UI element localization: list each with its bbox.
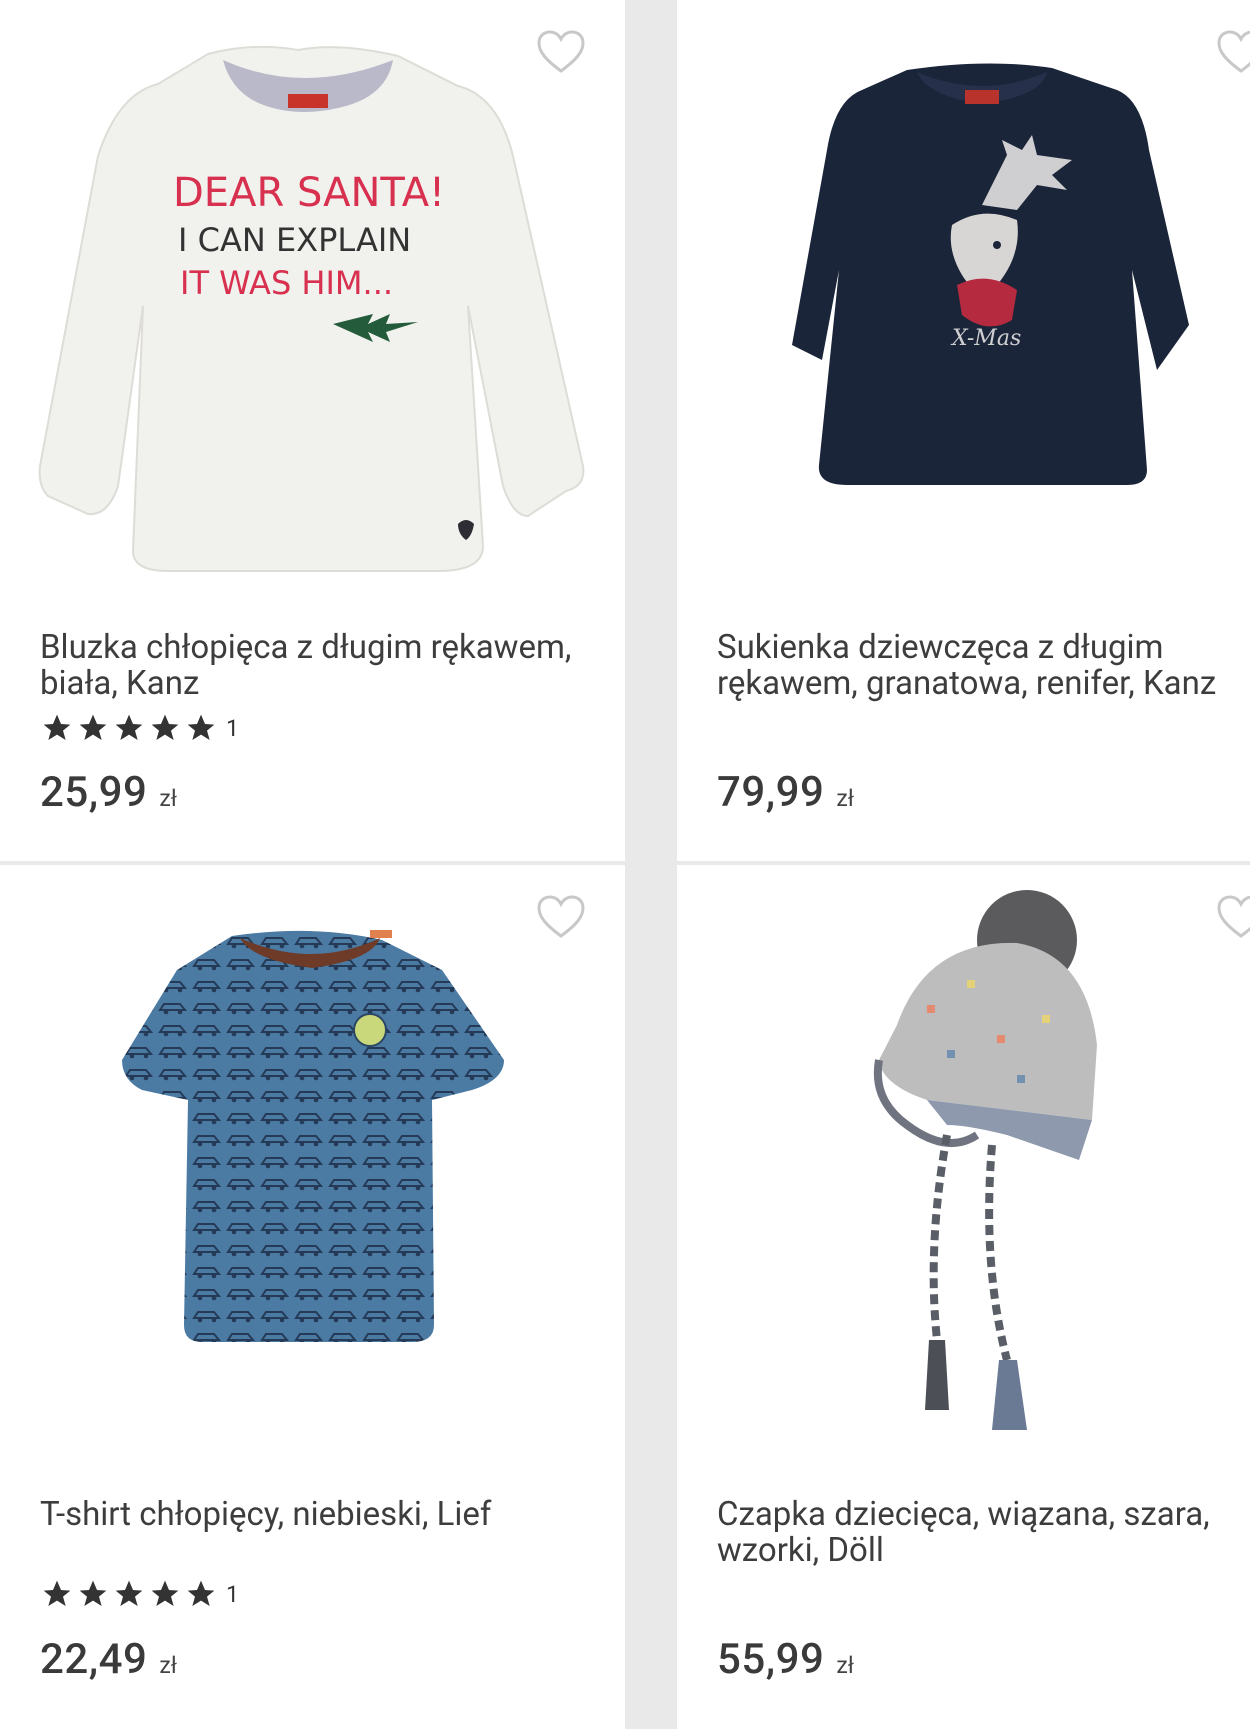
product-title[interactable]: T-shirt chłopięcy, niebieski, Lief — [40, 1497, 600, 1533]
product-card[interactable]: DEAR SANTA! I CAN EXPLAIN IT WAS HIM... … — [0, 0, 625, 861]
star-icon — [43, 714, 71, 740]
product-price: 22,49 zł — [40, 1635, 177, 1684]
price-value: 25,99 — [40, 768, 148, 817]
shirt-print-line-2: I CAN EXPLAIN — [178, 221, 411, 259]
product-image[interactable]: X-Mas — [787, 60, 1192, 490]
rating-count: 1 — [226, 1580, 239, 1608]
product-title[interactable]: Sukienka dziewczęca z długim rękawem, gr… — [717, 630, 1250, 702]
price-currency: zł — [836, 1652, 855, 1679]
price-value: 79,99 — [717, 768, 825, 817]
price-value: 22,49 — [40, 1635, 148, 1684]
product-image[interactable]: DEAR SANTA! I CAN EXPLAIN IT WAS HIM... — [38, 46, 586, 576]
product-grid: DEAR SANTA! I CAN EXPLAIN IT WAS HIM... … — [0, 0, 1250, 1729]
heart-icon[interactable] — [536, 895, 586, 939]
product-title[interactable]: Czapka dziecięca, wiązana, szara, wzorki… — [717, 1497, 1250, 1569]
star-icon — [43, 1580, 71, 1606]
price-currency: zł — [159, 785, 178, 812]
star-icon — [187, 1580, 215, 1606]
shirt-print-line-1: DEAR SANTA! — [173, 170, 445, 216]
product-price: 55,99 zł — [717, 1635, 854, 1684]
product-price: 79,99 zł — [717, 768, 854, 817]
product-card[interactable]: Czapka dziecięca, wiązana, szara, wzorki… — [677, 865, 1250, 1729]
product-card[interactable]: X-Mas Sukienka dziewczęca z długim rękaw… — [677, 0, 1250, 861]
price-value: 55,99 — [717, 1635, 825, 1684]
heart-icon[interactable] — [1216, 30, 1250, 74]
star-icon — [115, 714, 143, 740]
star-icon — [151, 714, 179, 740]
product-title[interactable]: Bluzka chłopięca z długim rękawem, biała… — [40, 630, 600, 702]
price-currency: zł — [836, 785, 855, 812]
star-icon — [79, 1580, 107, 1606]
product-rating: 1 — [40, 1578, 239, 1610]
star-icon — [115, 1580, 143, 1606]
price-currency: zł — [159, 1652, 178, 1679]
product-image[interactable] — [867, 885, 1117, 1445]
product-price: 25,99 zł — [40, 768, 177, 817]
star-icon — [151, 1580, 179, 1606]
heart-icon[interactable] — [1216, 895, 1250, 939]
product-rating: 1 — [40, 712, 239, 744]
dress-print: X-Mas — [950, 326, 1021, 351]
product-image[interactable] — [122, 930, 507, 1345]
rating-count: 1 — [226, 714, 239, 742]
shirt-print-line-3: IT WAS HIM... — [180, 264, 393, 302]
product-card[interactable]: T-shirt chłopięcy, niebieski, Lief 1 22,… — [0, 865, 625, 1729]
star-icon — [187, 714, 215, 740]
star-icon — [79, 714, 107, 740]
